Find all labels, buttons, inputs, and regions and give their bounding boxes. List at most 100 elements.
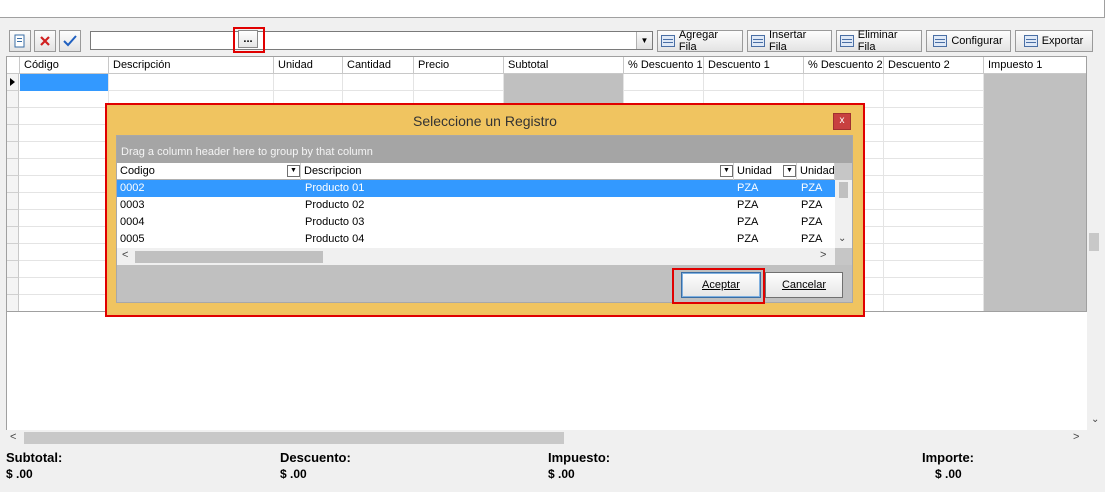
record-vertical-thumb[interactable] xyxy=(839,182,848,198)
scroll-right-arrow-icon[interactable]: > xyxy=(1073,431,1079,443)
grid-cell[interactable] xyxy=(20,176,109,193)
rec-col-unidad-2[interactable]: Unidad xyxy=(797,163,835,180)
record-row[interactable]: 0003 Producto 02 PZA PZA xyxy=(117,197,835,214)
grid-cell[interactable] xyxy=(884,261,984,278)
add-row-button[interactable]: Agregar Fila xyxy=(657,29,743,53)
col-unidad[interactable]: Unidad xyxy=(274,57,343,74)
cancel-dialog-button[interactable]: Cancelar xyxy=(765,272,843,298)
scroll-down-arrow-icon[interactable]: ⌄ xyxy=(838,233,846,244)
cancel-button[interactable] xyxy=(34,30,56,52)
row-indicator[interactable] xyxy=(7,193,19,210)
grid-cell[interactable] xyxy=(20,74,109,91)
grid-cell[interactable] xyxy=(20,261,109,278)
grid-cell[interactable] xyxy=(984,193,1086,210)
grid-cell[interactable] xyxy=(20,159,109,176)
row-indicator[interactable] xyxy=(7,74,19,91)
grid-cell[interactable] xyxy=(884,91,984,108)
grid-cell[interactable] xyxy=(804,74,884,91)
scroll-left-arrow-icon[interactable]: < xyxy=(122,249,128,261)
col-descuento-2[interactable]: Descuento 2 xyxy=(884,57,984,74)
row-indicator[interactable] xyxy=(7,91,19,108)
grid-cell[interactable] xyxy=(884,74,984,91)
ellipsis-button[interactable]: ... xyxy=(238,30,258,48)
col-subtotal[interactable]: Subtotal xyxy=(504,57,624,74)
row-indicator[interactable] xyxy=(7,210,19,227)
grid-cell[interactable] xyxy=(20,227,109,244)
grid-cell[interactable] xyxy=(984,159,1086,176)
grid-cell[interactable] xyxy=(884,244,984,261)
row-indicator[interactable] xyxy=(7,227,19,244)
grid-cell[interactable] xyxy=(984,142,1086,159)
grid-cell[interactable] xyxy=(884,108,984,125)
grid-cell[interactable] xyxy=(624,74,704,91)
grid-cell[interactable] xyxy=(414,74,504,91)
grid-cell[interactable] xyxy=(984,91,1086,108)
dialog-close-button[interactable]: x xyxy=(833,113,851,130)
product-combo[interactable]: ▼ xyxy=(90,31,653,50)
configure-button[interactable]: Configurar xyxy=(926,30,1011,52)
scroll-right-arrow-icon[interactable]: > xyxy=(820,249,826,261)
confirm-button[interactable] xyxy=(59,30,81,52)
grid-cell[interactable] xyxy=(984,125,1086,142)
grid-cell[interactable] xyxy=(20,108,109,125)
grid-cell[interactable] xyxy=(504,74,624,91)
chevron-down-icon[interactable]: ▼ xyxy=(720,165,733,177)
row-indicator[interactable] xyxy=(7,159,19,176)
col-descuento-pct-1[interactable]: % Descuento 1 xyxy=(624,57,704,74)
grid-cell[interactable] xyxy=(984,74,1086,91)
grid-vertical-thumb[interactable] xyxy=(1089,233,1099,251)
grid-cell[interactable] xyxy=(884,142,984,159)
grid-horizontal-thumb[interactable] xyxy=(24,432,564,444)
grid-cell[interactable] xyxy=(884,193,984,210)
grid-cell[interactable] xyxy=(884,125,984,142)
record-row[interactable]: 0004 Producto 03 PZA PZA xyxy=(117,214,835,231)
grid-cell[interactable] xyxy=(984,108,1086,125)
rec-col-codigo[interactable]: Codigo xyxy=(117,163,301,180)
rec-col-descripcion[interactable]: Descripcion xyxy=(301,163,734,180)
col-descripcion[interactable]: Descripción xyxy=(109,57,274,74)
grid-row[interactable] xyxy=(7,74,1086,91)
grid-cell[interactable] xyxy=(20,193,109,210)
row-indicator[interactable] xyxy=(7,278,19,295)
row-indicator[interactable] xyxy=(7,261,19,278)
col-impuesto-1[interactable]: Impuesto 1 xyxy=(984,57,1086,74)
col-descuento-pct-2[interactable]: % Descuento 2 xyxy=(804,57,884,74)
row-indicator[interactable] xyxy=(7,125,19,142)
col-descuento-1[interactable]: Descuento 1 xyxy=(704,57,804,74)
scroll-left-arrow-icon[interactable]: < xyxy=(10,431,16,443)
group-by-panel[interactable]: Drag a column header here to group by th… xyxy=(117,136,852,163)
grid-cell[interactable] xyxy=(20,210,109,227)
grid-cell[interactable] xyxy=(20,278,109,295)
record-horizontal-thumb[interactable] xyxy=(135,251,323,263)
row-indicator[interactable] xyxy=(7,295,19,311)
col-cantidad[interactable]: Cantidad xyxy=(343,57,414,74)
grid-cell[interactable] xyxy=(20,295,109,311)
record-row[interactable]: 0005 Producto 04 PZA PZA xyxy=(117,231,835,248)
grid-cell[interactable] xyxy=(984,261,1086,278)
chevron-down-icon[interactable]: ▼ xyxy=(783,165,796,177)
grid-cell[interactable] xyxy=(984,295,1086,311)
col-codigo[interactable]: Código xyxy=(20,57,109,74)
grid-cell[interactable] xyxy=(984,278,1086,295)
grid-cell[interactable] xyxy=(884,278,984,295)
grid-cell[interactable] xyxy=(343,74,414,91)
grid-cell[interactable] xyxy=(984,244,1086,261)
export-button[interactable]: Exportar xyxy=(1015,30,1093,52)
grid-cell[interactable] xyxy=(984,176,1086,193)
col-precio[interactable]: Precio xyxy=(414,57,504,74)
grid-cell[interactable] xyxy=(884,176,984,193)
row-indicator[interactable] xyxy=(7,142,19,159)
record-row[interactable]: 0002 Producto 01 PZA PZA xyxy=(117,180,835,197)
grid-cell[interactable] xyxy=(984,210,1086,227)
delete-row-button[interactable]: Eliminar Fila xyxy=(836,29,922,53)
grid-cell[interactable] xyxy=(884,295,984,311)
grid-cell[interactable] xyxy=(20,91,109,108)
combo-dropdown-arrow-icon[interactable]: ▼ xyxy=(636,32,652,49)
grid-cell[interactable] xyxy=(884,227,984,244)
grid-cell[interactable] xyxy=(884,159,984,176)
grid-cell[interactable] xyxy=(20,125,109,142)
new-document-button[interactable] xyxy=(9,30,31,52)
row-indicator[interactable] xyxy=(7,176,19,193)
grid-cell[interactable] xyxy=(274,74,343,91)
row-indicator[interactable] xyxy=(7,108,19,125)
